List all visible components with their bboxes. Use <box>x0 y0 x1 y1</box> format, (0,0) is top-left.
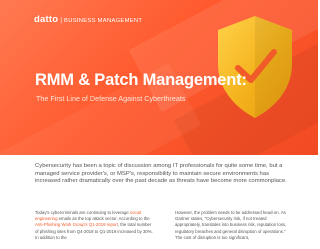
body-columns: Today's cybercriminals are continuing to… <box>35 210 293 241</box>
page-title: RMM & Patch Management: <box>35 71 247 89</box>
q1-2019-report-link[interactable]: Q1-2019 report <box>88 222 118 227</box>
body-text: emails as the top attack vector. Accordi… <box>57 216 150 222</box>
brand-tagline: BUSINESS MANAGEMENT <box>64 18 143 24</box>
page-subtitle: The First Line of Defense Against Cybert… <box>36 94 186 103</box>
brand-header: datto | BUSINESS MANAGEMENT <box>34 14 142 25</box>
intro-paragraph: Cybersecurity has been a topic of discus… <box>35 163 287 185</box>
brand-logo: datto <box>34 14 59 25</box>
datasheet-page: datto | BUSINESS MANAGEMENT RMM & Patch … <box>0 0 318 249</box>
right-column: However, the problem needs to be address… <box>175 210 293 241</box>
hero-banner: datto | BUSINESS MANAGEMENT RMM & Patch … <box>0 0 318 155</box>
shield-check-icon <box>218 16 292 118</box>
body-text: Today's cybercriminals are continuing to… <box>35 210 130 215</box>
right-column-paragraph: However, the problem needs to be address… <box>175 210 287 240</box>
brand-separator: | <box>60 17 63 24</box>
apwg-link[interactable]: Anti-Phishing Work Group's <box>35 222 88 227</box>
left-column-paragraph: Today's cybercriminals are continuing to… <box>35 210 153 241</box>
left-column: Today's cybercriminals are continuing to… <box>35 210 153 241</box>
